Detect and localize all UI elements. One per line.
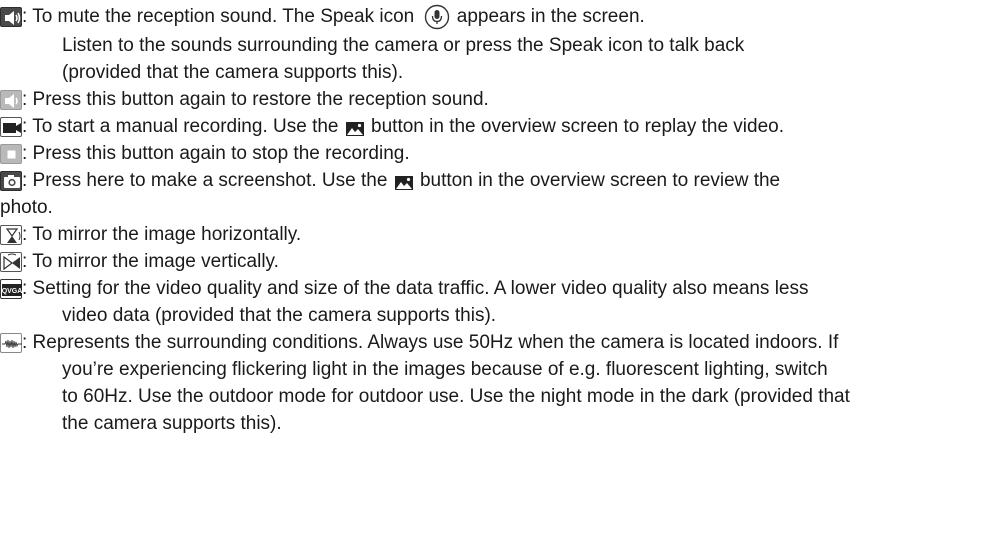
camera-icon (0, 171, 22, 191)
entry-mute-text-b: appears in the screen. (451, 6, 645, 27)
entry-frequency-line4: the camera supports this). (62, 413, 282, 434)
entry-unmute-text: : Press this button again to restore the… (22, 89, 489, 110)
entry-mirror-horizontal-text: : To mirror the image horizontally. (22, 224, 302, 245)
entry-screenshot: : Press here to make a screenshot. Use t… (0, 170, 780, 192)
gallery-icon (394, 174, 413, 190)
entry-qvga-text: : Setting for the video quality and size… (22, 278, 809, 299)
entry-frequency-line2: you’re experiencing flickering light in … (62, 359, 828, 380)
manual-page: : To mute the reception sound. The Speak… (0, 0, 992, 537)
stop-icon (0, 144, 22, 164)
mute-speaker-icon (0, 7, 22, 27)
frequency-wave-icon (0, 333, 22, 353)
entry-screenshot-text-a: : Press here to make a screenshot. Use t… (22, 170, 393, 191)
entry-mirror-vertical-text: : To mirror the image vertically. (22, 251, 279, 272)
qvga-icon: QVGA (0, 279, 22, 299)
entry-mirror-horizontal: : To mirror the image horizontally. (0, 224, 301, 246)
entry-frequency-line3: to 60Hz. Use the outdoor mode for outdoo… (62, 386, 850, 407)
entry-stop: : Press this button again to stop the re… (0, 143, 410, 165)
entry-screenshot-wrap: photo. (0, 197, 53, 218)
entry-qvga: QVGA : Setting for the video quality and… (0, 278, 809, 300)
entry-mirror-vertical: : To mirror the image vertically. (0, 251, 279, 273)
entry-mute-text-a: : To mute the reception sound. The Speak… (22, 6, 420, 27)
mirror-horizontal-icon (0, 225, 22, 245)
entry-qvga-line2: video data (provided that the camera sup… (62, 305, 497, 326)
entry-frequency-text: : Represents the surrounding conditions.… (22, 332, 839, 353)
entry-stop-text: : Press this button again to stop the re… (22, 143, 410, 164)
entry-mute-line3: (provided that the camera supports this)… (62, 62, 404, 83)
entry-record-text-a: : To start a manual recording. Use the (22, 116, 344, 137)
entry-unmute: : Press this button again to restore the… (0, 89, 489, 111)
entry-record: : To start a manual recording. Use the b… (0, 116, 784, 138)
qvga-icon-label: QVGA (2, 288, 23, 295)
entry-screenshot-text-b: button in the overview screen to review … (414, 170, 781, 191)
entry-mute: : To mute the reception sound. The Speak… (0, 4, 645, 30)
entry-record-text-b: button in the overview screen to replay … (365, 116, 785, 137)
speaker-icon (0, 90, 22, 110)
entry-frequency: : Represents the surrounding conditions.… (0, 332, 838, 354)
gallery-icon (345, 120, 364, 136)
video-camera-icon (0, 117, 22, 137)
microphone-icon (424, 4, 450, 30)
mirror-vertical-icon (0, 252, 22, 272)
entry-mute-line2: Listen to the sounds surrounding the cam… (62, 35, 745, 56)
